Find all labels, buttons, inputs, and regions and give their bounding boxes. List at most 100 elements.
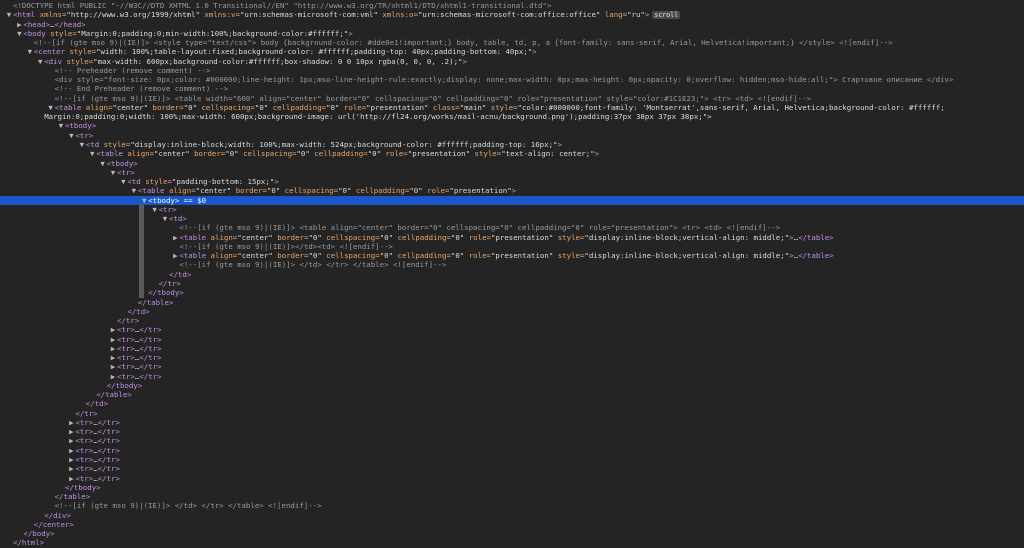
dom-node-selected[interactable]: ▼ <tbody> == $0	[0, 195, 1024, 205]
collapse-triangle-icon[interactable]: ▼	[151, 205, 159, 214]
dom-node-line[interactable]: ▶ <tr>…</tr>	[0, 344, 1024, 353]
node-markup: <table align="center" border="0" cellspa…	[179, 251, 834, 261]
collapse-triangle-icon[interactable]: ▼	[26, 47, 34, 56]
node-markup: </tr>	[158, 278, 181, 288]
node-markup: </table>	[137, 297, 174, 307]
node-markup: </div>	[44, 510, 71, 520]
node-markup: <!--[if (gte mso 9)|(IE)]> </td> </tr> <…	[54, 501, 322, 511]
expand-triangle-icon[interactable]: ▶	[109, 335, 117, 344]
collapse-triangle-icon[interactable]: ▼	[5, 10, 13, 19]
dom-node-line[interactable]: </td>	[0, 270, 1024, 279]
dom-node-line[interactable]: </table>	[0, 298, 1024, 307]
dom-node-line[interactable]: <!--[if (gte mso 9)|(IE)]> </td> </tr> <…	[0, 501, 1024, 510]
expand-triangle-icon[interactable]: ▶	[109, 353, 117, 362]
dom-node-line[interactable]: ▼ <table align="center" border="0" cellsp…	[0, 103, 1024, 112]
dom-node-line[interactable]: ▼ <div style="max-width: 600px;background…	[0, 57, 1024, 66]
dom-node-line[interactable]: ▼ <td style="padding-bottom: 15px;">	[0, 177, 1024, 186]
collapse-triangle-icon[interactable]: ▼	[130, 186, 138, 195]
dom-node-line[interactable]: ▼ <table align="center" border="0" cellsp…	[0, 186, 1024, 195]
elements-tree[interactable]: <!DOCTYPE html PUBLIC "-//W3C//DTD XHTML…	[0, 0, 1024, 547]
dom-node-line[interactable]: ▼ <tr>	[0, 168, 1024, 177]
dom-node-line[interactable]: </tr>	[0, 316, 1024, 325]
dom-node-line[interactable]: ▶ <table align="center" border="0" cellsp…	[0, 233, 1024, 242]
dom-node-line[interactable]: <!--[if (gte mso 9)|(IE)]></td><td> <![e…	[0, 242, 1024, 251]
dom-node-line[interactable]: </tbody>	[0, 483, 1024, 492]
dom-node-line[interactable]: </table>	[0, 492, 1024, 501]
dom-node-line[interactable]: ▶ <tr>…</tr>	[0, 335, 1024, 344]
node-markup: <tr>…</tr>	[75, 436, 120, 446]
collapse-triangle-icon[interactable]: ▼	[78, 140, 86, 149]
collapse-triangle-icon[interactable]: ▼	[47, 103, 55, 112]
dom-node-line[interactable]: ▼ <td>	[0, 214, 1024, 223]
dom-node-line[interactable]: ▼ <td style="display:inline-block;width: …	[0, 140, 1024, 149]
dom-node-line[interactable]: </tbody>	[0, 288, 1024, 297]
node-markup: <tbody>	[106, 158, 138, 168]
node-markup: </center>	[33, 519, 74, 529]
dom-node-line[interactable]: ▶ <tr>…</tr>	[0, 446, 1024, 455]
node-markup: <tr>…</tr>	[75, 473, 120, 483]
dom-node-line[interactable]: ▶ <tr>…</tr>	[0, 455, 1024, 464]
dom-node-line[interactable]: </td>	[0, 307, 1024, 316]
collapse-triangle-icon[interactable]: ▼	[161, 214, 169, 223]
dom-node-line[interactable]: <!-- Preheader (remove comment) -->	[0, 66, 1024, 75]
node-markup: <tr>	[117, 167, 135, 177]
node-markup: <tr>…</tr>	[75, 464, 120, 474]
dom-node-line[interactable]: </html>	[0, 538, 1024, 547]
dom-node-line[interactable]: <!--[if (gte mso 9)|(IE)]> <table align=…	[0, 223, 1024, 232]
dom-node-line[interactable]: </tr>	[0, 279, 1024, 288]
dom-node-line[interactable]: ▶ <tr>…</tr>	[0, 418, 1024, 427]
collapse-triangle-icon[interactable]: ▼	[109, 168, 117, 177]
collapse-triangle-icon[interactable]: ▼	[88, 149, 96, 158]
node-markup: <tr>…</tr>	[75, 417, 120, 427]
dom-node-line[interactable]: </div>	[0, 511, 1024, 520]
node-markup: </table>	[96, 390, 132, 400]
dom-node-line[interactable]: ▼ <tbody>	[0, 159, 1024, 168]
collapse-triangle-icon[interactable]: ▼	[36, 57, 44, 66]
node-markup: <tr>…</tr>	[117, 343, 162, 353]
dom-node-line[interactable]: ▼ <center style="width: 100%;table-layout…	[0, 47, 1024, 56]
node-markup: <!--[if (gte mso 9)|(IE)]></td><td> <![e…	[179, 241, 393, 251]
expand-triangle-icon[interactable]: ▶	[109, 325, 117, 334]
expand-triangle-icon[interactable]: ▶	[109, 362, 117, 371]
dom-node-line[interactable]: </center>	[0, 520, 1024, 529]
dom-node-line[interactable]: ▶ <tr>…</tr>	[0, 427, 1024, 436]
dom-node-line[interactable]: ▶ <tr>…</tr>	[0, 464, 1024, 473]
expand-triangle-icon[interactable]: ▶	[109, 372, 117, 381]
dom-node-line[interactable]: <!DOCTYPE html PUBLIC "-//W3C//DTD XHTML…	[0, 1, 1024, 10]
dom-node-line[interactable]: ▶ <tr>…</tr>	[0, 353, 1024, 362]
node-markup: <table align="center" border="0" cellspa…	[54, 102, 945, 112]
dom-node-line[interactable]: </td>	[0, 399, 1024, 408]
dom-node-line[interactable]: <!-- End Preheader (remove comment) -->	[0, 84, 1024, 93]
dom-node-line[interactable]: ▶ <tr>…</tr>	[0, 362, 1024, 371]
collapse-triangle-icon[interactable]: ▼	[57, 121, 65, 130]
dom-node-line[interactable]: ▶ <head>…</head>	[0, 20, 1024, 29]
dom-node-line[interactable]: <div style="font-size: 0px;color: #00000…	[0, 75, 1024, 84]
dom-node-line[interactable]: ▶ <tr>…</tr>	[0, 325, 1024, 334]
node-markup: <tr>…</tr>	[117, 325, 162, 335]
collapse-triangle-icon[interactable]: ▼	[140, 196, 148, 205]
dom-node-line[interactable]: </tr>	[0, 409, 1024, 418]
dom-node-line[interactable]: ▶ <tr>…</tr>	[0, 372, 1024, 381]
dom-node-line[interactable]: ▶ <tr>…</tr>	[0, 436, 1024, 445]
dom-node-line[interactable]: <!--[if (gte mso 9)|(IE)]> <table width=…	[0, 94, 1024, 103]
collapse-triangle-icon[interactable]: ▼	[99, 159, 107, 168]
expand-triangle-icon[interactable]: ▶	[109, 344, 117, 353]
dom-node-line[interactable]: ▼ <tr>	[0, 131, 1024, 140]
node-markup: </tr>	[117, 316, 140, 326]
dom-node-line[interactable]: </table>	[0, 390, 1024, 399]
scroll-badge[interactable]: scroll	[652, 11, 681, 20]
dom-node-line[interactable]: </body>	[0, 529, 1024, 538]
dom-node-line[interactable]: Margin:0;padding:0;width: 100%;max-width…	[0, 112, 1024, 121]
dom-node-line[interactable]: </tbody>	[0, 381, 1024, 390]
dom-node-line[interactable]: <!--[if (gte mso 9)|(IE)]> <style type="…	[0, 38, 1024, 47]
dom-node-line[interactable]: ▶ <tr>…</tr>	[0, 474, 1024, 483]
dom-node-line[interactable]: ▼ <tbody>	[0, 121, 1024, 130]
dom-node-line[interactable]: <!--[if (gte mso 9)|(IE)]> </td> </tr> <…	[0, 260, 1024, 269]
dom-node-line[interactable]: ▶ <table align="center" border="0" cellsp…	[0, 251, 1024, 260]
dom-node-line[interactable]: ▼ <tr>	[0, 205, 1024, 214]
dom-node-line[interactable]: ▼ <table align="center" border="0" cellsp…	[0, 149, 1024, 158]
dom-node-line[interactable]: ▼ <body style="Margin:0;padding:0;min-wid…	[0, 29, 1024, 38]
dom-node-line[interactable]: ▼ <html xmlns="http://www.w3.org/1999/xht…	[0, 10, 1024, 20]
node-markup: <div style="max-width: 600px;background-…	[44, 56, 467, 66]
node-markup: <!-- End Preheader (remove comment) -->	[54, 84, 229, 94]
